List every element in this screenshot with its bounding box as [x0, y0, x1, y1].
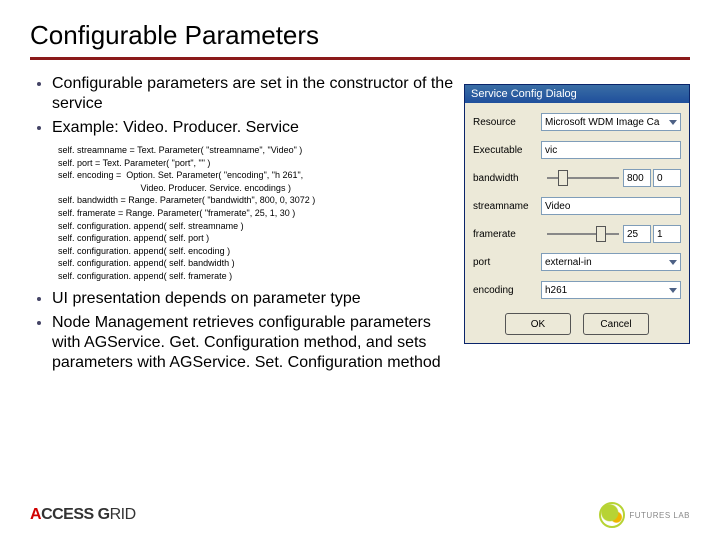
futures-lab-logo: FUTURES LAB — [599, 502, 690, 528]
futures-lab-icon — [599, 502, 625, 528]
slide-title: Configurable Parameters — [30, 20, 690, 51]
access-grid-logo: ACCESS GRID — [30, 506, 136, 524]
executable-field[interactable]: vic — [541, 141, 681, 159]
streamname-field[interactable]: Video — [541, 197, 681, 215]
bullet-constructor: Configurable parameters are set in the c… — [52, 74, 458, 114]
chevron-down-icon — [669, 288, 677, 293]
encoding-label: encoding — [473, 285, 535, 296]
code-line: self. bandwidth = Range. Parameter( "ban… — [58, 194, 458, 207]
port-label: port — [473, 257, 535, 268]
bullet-example: Example: Video. Producer. Service — [52, 118, 458, 138]
service-config-dialog: Service Config Dialog Resource Microsoft… — [464, 84, 690, 344]
bandwidth-value: 800 — [623, 169, 651, 187]
resource-select[interactable]: Microsoft WDM Image Ca — [541, 113, 681, 131]
framerate-slider[interactable]: 25 1 — [541, 225, 681, 243]
port-value: external-in — [545, 257, 592, 268]
bandwidth-label: bandwidth — [473, 173, 535, 184]
framerate-label: framerate — [473, 229, 535, 240]
bandwidth-readout: 0 — [653, 169, 681, 187]
code-block: self. streamname = Text. Parameter( "str… — [58, 144, 458, 283]
bullet-ui-presentation: UI presentation depends on parameter typ… — [52, 289, 458, 309]
chevron-down-icon — [669, 120, 677, 125]
resource-value: Microsoft WDM Image Ca — [545, 117, 659, 128]
cancel-button[interactable]: Cancel — [583, 313, 649, 335]
bullet-node-management: Node Management retrieves configurable p… — [52, 313, 458, 373]
code-line: self. framerate = Range. Parameter( "fra… — [58, 207, 458, 220]
framerate-value: 25 — [623, 225, 651, 243]
code-line: Video. Producer. Service. encodings ) — [58, 182, 458, 195]
streamname-label: streamname — [473, 201, 535, 212]
encoding-select[interactable]: h261 — [541, 281, 681, 299]
code-line: self. configuration. append( self. bandw… — [58, 257, 458, 270]
ok-button[interactable]: OK — [505, 313, 571, 335]
code-line: self. port = Text. Parameter( "port", ""… — [58, 157, 458, 170]
code-line: self. streamname = Text. Parameter( "str… — [58, 144, 458, 157]
code-line: self. configuration. append( self. strea… — [58, 220, 458, 233]
code-line: self. configuration. append( self. frame… — [58, 270, 458, 283]
dialog-titlebar: Service Config Dialog — [465, 85, 689, 103]
code-line: self. encoding = Option. Set. Parameter(… — [58, 169, 458, 182]
resource-label: Resource — [473, 117, 535, 128]
executable-label: Executable — [473, 145, 535, 156]
streamname-value: Video — [545, 201, 570, 212]
framerate-readout: 1 — [653, 225, 681, 243]
executable-value: vic — [545, 145, 557, 156]
code-line: self. configuration. append( self. encod… — [58, 245, 458, 258]
title-rule — [30, 57, 690, 60]
chevron-down-icon — [669, 260, 677, 265]
encoding-value: h261 — [545, 285, 567, 296]
code-line: self. configuration. append( self. port … — [58, 232, 458, 245]
port-select[interactable]: external-in — [541, 253, 681, 271]
bandwidth-slider[interactable]: 800 0 — [541, 169, 681, 187]
